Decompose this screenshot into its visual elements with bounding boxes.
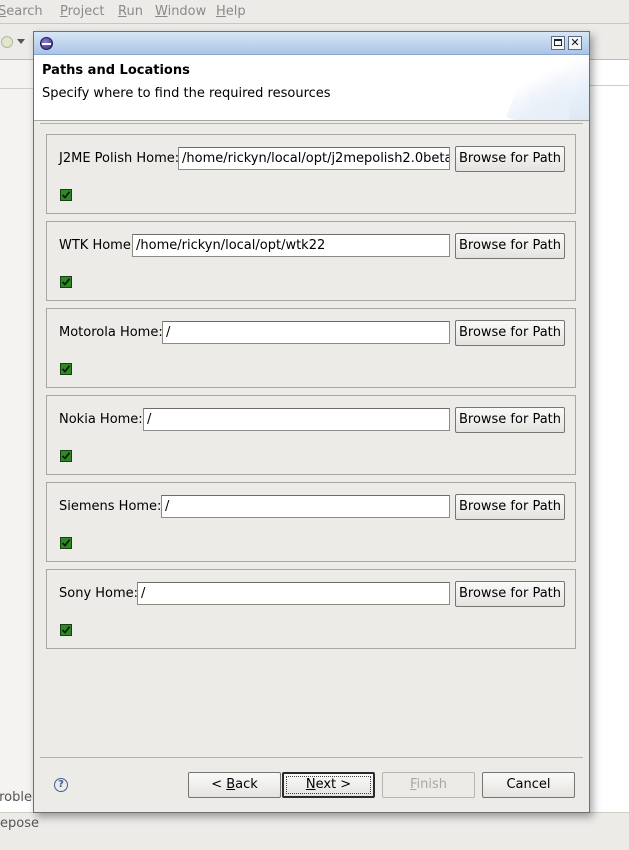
sony-enabled-checkbox[interactable] bbox=[60, 624, 72, 636]
dialog-titlebar[interactable]: ✕ bbox=[34, 32, 589, 55]
back-button[interactable]: < Back bbox=[188, 772, 281, 798]
wtk-enabled-checkbox[interactable] bbox=[60, 276, 72, 288]
background-status-bar: epose bbox=[0, 812, 629, 850]
browse-j2me-polish-button[interactable]: Browse for Path bbox=[455, 146, 565, 172]
group-nokia-home: Nokia Home: / Browse for Path bbox=[46, 395, 576, 475]
j2me-polish-home-input[interactable]: /home/rickyn/local/opt/j2mepolish2.0beta… bbox=[178, 147, 450, 170]
menu-search[interactable]: Search bbox=[0, 4, 43, 19]
problems-tab[interactable]: roble bbox=[0, 790, 34, 810]
motorola-home-label: Motorola Home: bbox=[59, 325, 163, 340]
nokia-home-label: Nokia Home: bbox=[59, 412, 143, 427]
group-siemens-home: Siemens Home: / Browse for Path bbox=[46, 482, 576, 562]
header-banner-graphic bbox=[529, 60, 569, 120]
help-icon[interactable]: ? bbox=[54, 778, 68, 792]
eclipse-icon bbox=[40, 37, 53, 50]
nokia-home-input[interactable]: / bbox=[143, 408, 450, 431]
nokia-enabled-checkbox[interactable] bbox=[60, 450, 72, 462]
menu-run[interactable]: Run bbox=[118, 4, 143, 19]
browse-nokia-button[interactable]: Browse for Path bbox=[455, 407, 565, 433]
checkmark-icon bbox=[61, 365, 71, 373]
group-sony-home: Sony Home: / Browse for Path bbox=[46, 569, 576, 649]
group-wtk-home: WTK Home: /home/rickyn/local/opt/wtk22 B… bbox=[46, 221, 576, 301]
motorola-enabled-checkbox[interactable] bbox=[60, 363, 72, 375]
browse-motorola-button[interactable]: Browse for Path bbox=[455, 320, 565, 346]
siemens-home-label: Siemens Home: bbox=[59, 499, 162, 514]
group-motorola-home: Motorola Home: / Browse for Path bbox=[46, 308, 576, 388]
page-title: Paths and Locations bbox=[42, 63, 190, 78]
checkmark-icon bbox=[61, 278, 71, 286]
checkmark-icon bbox=[61, 539, 71, 547]
browse-wtk-button[interactable]: Browse for Path bbox=[455, 233, 565, 259]
menu-project[interactable]: Project bbox=[60, 4, 105, 19]
menu-window[interactable]: Window bbox=[155, 4, 206, 19]
wizard-dialog: ✕ Paths and Locations Specify where to f… bbox=[33, 31, 590, 813]
siemens-home-input[interactable]: / bbox=[161, 495, 450, 518]
background-side-panel bbox=[0, 60, 34, 800]
divider bbox=[40, 123, 583, 124]
divider bbox=[0, 88, 34, 89]
dropdown-arrow-icon[interactable] bbox=[17, 39, 25, 44]
checkmark-icon bbox=[61, 452, 71, 460]
finish-button[interactable]: Finish bbox=[382, 772, 475, 798]
browse-sony-button[interactable]: Browse for Path bbox=[455, 581, 565, 607]
close-icon: ✕ bbox=[570, 36, 580, 49]
wtk-home-input[interactable]: /home/rickyn/local/opt/wtk22 bbox=[132, 234, 450, 257]
j2me-polish-home-label: J2ME Polish Home: bbox=[59, 151, 180, 166]
group-j2me-polish-home: J2ME Polish Home: /home/rickyn/local/opt… bbox=[46, 134, 576, 214]
browse-siemens-button[interactable]: Browse for Path bbox=[455, 494, 565, 520]
cancel-button[interactable]: Cancel bbox=[482, 772, 575, 798]
maximize-button[interactable] bbox=[551, 36, 565, 50]
wizard-header: Paths and Locations Specify where to fin… bbox=[34, 55, 589, 121]
background-menubar: Search Project Run Window Help bbox=[0, 0, 629, 24]
focus-ring bbox=[286, 776, 371, 794]
siemens-enabled-checkbox[interactable] bbox=[60, 537, 72, 549]
divider bbox=[40, 757, 583, 758]
sony-home-input[interactable]: / bbox=[137, 582, 450, 605]
j2me-polish-enabled-checkbox[interactable] bbox=[60, 189, 72, 201]
next-button[interactable]: Next > bbox=[282, 772, 375, 798]
wtk-home-label: WTK Home: bbox=[59, 238, 136, 253]
run-tool-icon[interactable] bbox=[1, 36, 13, 48]
divider bbox=[590, 85, 629, 86]
motorola-home-input[interactable]: / bbox=[162, 321, 450, 344]
close-button[interactable]: ✕ bbox=[568, 36, 582, 50]
sony-home-label: Sony Home: bbox=[59, 586, 139, 601]
checkmark-icon bbox=[61, 626, 71, 634]
page-description: Specify where to find the required resou… bbox=[42, 86, 331, 101]
menu-help[interactable]: Help bbox=[216, 4, 246, 19]
checkmark-icon bbox=[61, 191, 71, 199]
